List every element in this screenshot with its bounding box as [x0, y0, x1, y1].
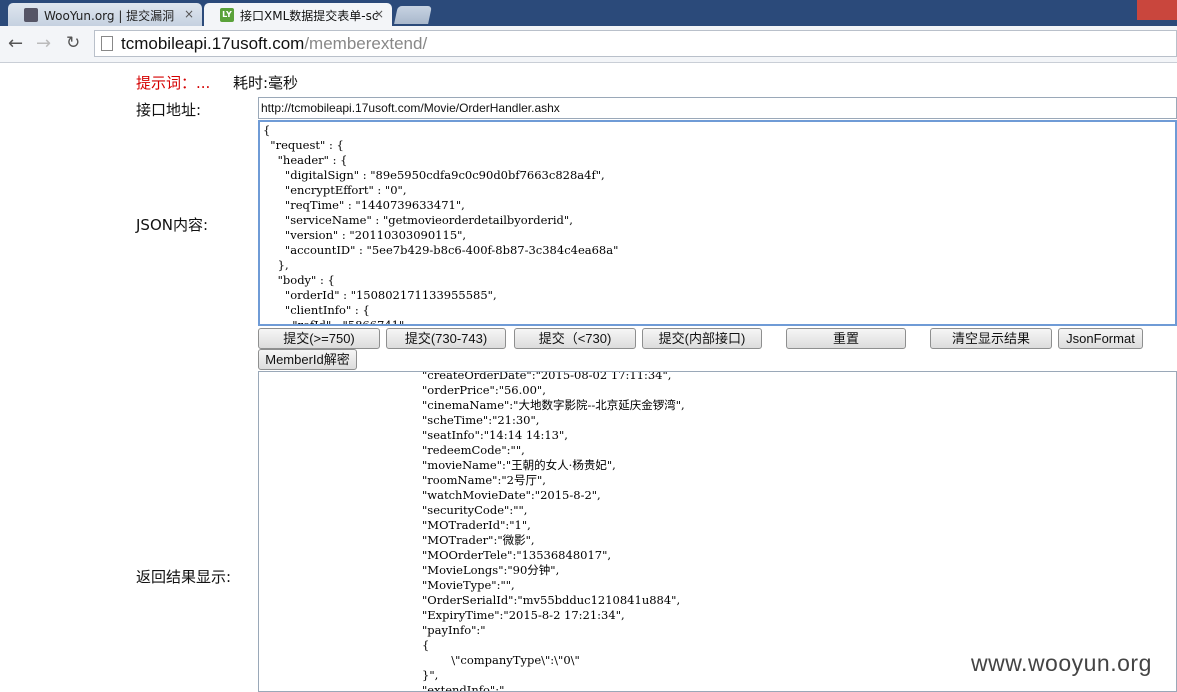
json-format-button[interactable]: JsonFormat	[1058, 328, 1143, 349]
api-url-input[interactable]: http://tcmobileapi.17usoft.com/Movie/Ord…	[258, 97, 1177, 119]
close-icon[interactable]: ×	[374, 7, 384, 21]
back-arrow-icon[interactable]: ←	[8, 33, 23, 54]
address-bar[interactable]: tcmobileapi.17usoft.com/memberextend/	[94, 30, 1177, 57]
url-path: /memberextend/	[304, 34, 428, 53]
forward-arrow-icon[interactable]: →	[36, 33, 51, 54]
elapsed-time: 耗时:毫秒	[233, 74, 299, 92]
json-content-text: { "request" : { "header" : { "digitalSig…	[263, 123, 619, 326]
url-host: tcmobileapi.17usoft.com	[121, 34, 305, 53]
json-content-textarea[interactable]: { "request" : { "header" : { "digitalSig…	[258, 120, 1177, 326]
tab-api-form[interactable]: LY 接口XML数据提交表单-sc ×	[204, 3, 392, 26]
json-content-label: JSON内容:	[136, 216, 209, 234]
clear-result-button[interactable]: 清空显示结果	[930, 328, 1052, 349]
member-id-decrypt-button[interactable]: MemberId解密	[258, 349, 357, 370]
browser-toolbar: ← → ↻ tcmobileapi.17usoft.com/memberexte…	[0, 26, 1177, 63]
page-icon	[101, 36, 113, 51]
submit-730-743-button[interactable]: 提交(730-743)	[386, 328, 506, 349]
result-text: "createOrderDate":"2015-08-02 17:11:34",…	[422, 371, 685, 692]
close-icon[interactable]: ×	[184, 7, 194, 21]
tab-title: 接口XML数据提交表单-sc	[240, 9, 379, 23]
watermark: www.wooyun.org	[971, 650, 1152, 676]
tab-strip: WooYun.org | 提交漏洞 × LY 接口XML数据提交表单-sc ×	[0, 0, 1177, 26]
url-text: tcmobileapi.17usoft.com/memberextend/	[121, 34, 427, 54]
ly-favicon-icon: LY	[220, 8, 234, 22]
tab-title: WooYun.org | 提交漏洞	[44, 9, 175, 23]
new-tab-button[interactable]	[394, 6, 432, 24]
window-close-button[interactable]	[1137, 0, 1177, 20]
result-display[interactable]: "createOrderDate":"2015-08-02 17:11:34",…	[258, 371, 1177, 692]
submit-internal-button[interactable]: 提交(内部接口)	[642, 328, 762, 349]
tab-wooyun[interactable]: WooYun.org | 提交漏洞 ×	[8, 3, 202, 26]
wooyun-favicon-icon	[24, 8, 38, 22]
api-address-label: 接口地址:	[136, 101, 202, 119]
submit-lt730-button[interactable]: 提交（<730)	[514, 328, 636, 349]
hint-text: 提示词：...	[136, 74, 211, 92]
reload-icon[interactable]: ↻	[66, 33, 80, 53]
result-label: 返回结果显示:	[136, 568, 232, 586]
reset-button[interactable]: 重置	[786, 328, 906, 349]
submit-ge750-button[interactable]: 提交(>=750)	[258, 328, 380, 349]
